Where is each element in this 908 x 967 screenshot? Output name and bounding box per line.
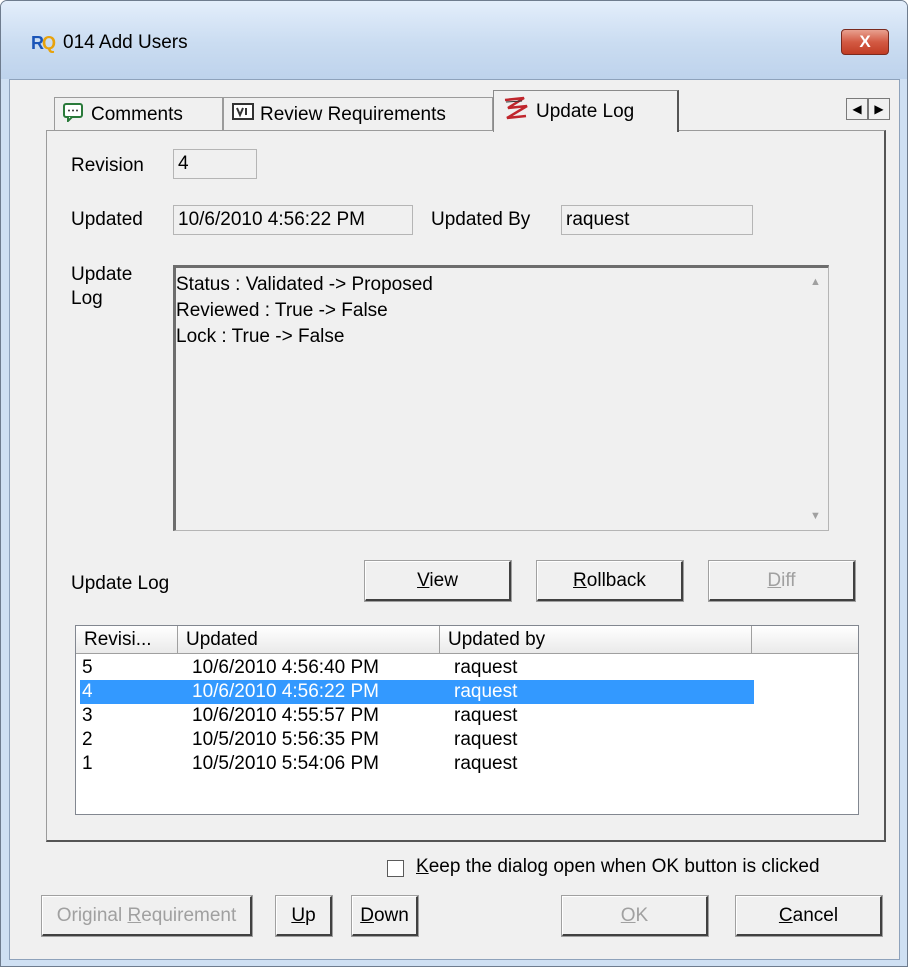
keep-open-checkbox[interactable] [387, 860, 404, 877]
down-rest: own [373, 905, 409, 926]
up-mnemonic: U [291, 905, 306, 926]
cell-revision: 2 [82, 729, 93, 750]
up-button[interactable]: Up [275, 895, 333, 937]
column-header-filler [752, 626, 858, 654]
tab-review-requirements-label: Review Requirements [260, 103, 446, 125]
cancel-mnemonic: C [778, 905, 793, 926]
history-label: Update Log [71, 573, 170, 594]
keep-open-label[interactable]: Keep the dialog open when OK button is c… [416, 856, 820, 878]
update-log-icon [502, 96, 530, 127]
update-log-label-line2: Log [71, 288, 103, 309]
dialog-window: RQ 014 Add Users X Comments Review Requi… [0, 0, 908, 967]
down-mnemonic: D [360, 905, 374, 926]
cell-revision: 4 [82, 681, 93, 702]
keep-open-text: eep the dialog open when OK button is cl… [428, 856, 820, 877]
revision-label: Revision [71, 155, 144, 176]
vertical-scrollbar[interactable]: ▲ ▼ [804, 268, 828, 530]
updated-by-field: raquest [561, 205, 753, 235]
view-button-label: iew [429, 570, 458, 591]
tab-update-log[interactable]: Update Log [493, 90, 679, 132]
rollback-button-mnemonic: R [573, 570, 587, 591]
updated-field: 10/6/2010 4:56:22 PM [173, 205, 413, 235]
cell-updated: 10/6/2010 4:56:40 PM [192, 657, 379, 678]
table-row[interactable]: 3 10/6/2010 4:55:57 PM raquest [80, 704, 754, 728]
table-row[interactable]: 4 10/6/2010 4:56:22 PM raquest [80, 680, 754, 704]
tab-review-requirements[interactable]: Review Requirements [223, 97, 493, 131]
ok-rest: K [635, 905, 649, 926]
ok-button[interactable]: OK [561, 895, 709, 937]
cell-updated-by: raquest [454, 681, 518, 702]
revision-field: 4 [173, 149, 257, 179]
cell-revision: 3 [82, 705, 93, 726]
list-header: Revisi... Updated Updated by [76, 626, 858, 654]
tab-comments-label: Comments [91, 103, 183, 125]
update-log-textarea[interactable]: Status : Validated -> Proposed Reviewed … [173, 265, 829, 531]
updated-label: Updated [71, 209, 143, 230]
update-log-panel: Revision 4 Updated 10/6/2010 4:56:22 PM … [46, 130, 886, 842]
cell-updated-by: raquest [454, 657, 518, 678]
column-header-updated[interactable]: Updated [178, 626, 440, 654]
table-row[interactable]: 1 10/5/2010 5:54:06 PM raquest [80, 752, 754, 776]
original-requirement-button[interactable]: Original Requirement [41, 895, 253, 937]
diff-button-mnemonic: D [767, 570, 782, 591]
cancel-rest: ancel [792, 905, 839, 926]
cell-updated: 10/5/2010 5:56:35 PM [192, 729, 379, 750]
diff-button-label: iff [781, 570, 796, 591]
cell-revision: 5 [82, 657, 93, 678]
tab-update-log-label: Update Log [536, 100, 635, 122]
cell-updated: 10/6/2010 4:56:22 PM [192, 681, 379, 702]
close-button[interactable]: X [841, 29, 889, 55]
revision-history-list[interactable]: Revisi... Updated Updated by 5 10/6/2010 … [75, 625, 859, 815]
title-bar[interactable]: RQ 014 Add Users X [1, 1, 907, 79]
updated-by-label: Updated By [431, 209, 531, 230]
dialog-client-area: Comments Review Requirements Update Log … [9, 79, 900, 960]
original-req-mnemonic: R [127, 905, 142, 926]
cell-updated: 10/5/2010 5:54:06 PM [192, 753, 379, 774]
comment-icon [63, 102, 85, 127]
update-log-lines: Status : Validated -> Proposed Reviewed … [176, 272, 433, 350]
log-line: Status : Validated -> Proposed [176, 274, 433, 295]
cell-updated-by: raquest [454, 753, 518, 774]
view-button-mnemonic: V [417, 570, 430, 591]
tab-scroll-right-button[interactable]: ▶ [868, 98, 890, 120]
update-log-label-line1: Update [71, 264, 133, 285]
window-title: 014 Add Users [63, 32, 188, 53]
cell-revision: 1 [82, 753, 93, 774]
down-button[interactable]: Down [351, 895, 419, 937]
log-line: Lock : True -> False [176, 326, 345, 347]
diff-button[interactable]: Diff [708, 560, 856, 602]
table-row[interactable]: 2 10/5/2010 5:56:35 PM raquest [80, 728, 754, 752]
column-header-revision[interactable]: Revisi... [76, 626, 178, 654]
up-rest: p [305, 905, 316, 926]
rollback-button[interactable]: Rollback [536, 560, 684, 602]
review-icon [232, 103, 254, 126]
cell-updated: 10/6/2010 4:55:57 PM [192, 705, 379, 726]
keep-open-mnemonic: K [416, 856, 429, 877]
column-header-updated-by[interactable]: Updated by [440, 626, 752, 654]
cell-updated-by: raquest [454, 705, 518, 726]
cancel-button[interactable]: Cancel [735, 895, 883, 937]
log-line: Reviewed : True -> False [176, 300, 388, 321]
table-row[interactable]: 5 10/6/2010 4:56:40 PM raquest [80, 656, 754, 680]
ok-mnemonic: O [620, 905, 636, 926]
view-button[interactable]: View [364, 560, 512, 602]
original-req-prefix: Original [56, 905, 128, 926]
scroll-down-icon[interactable]: ▼ [810, 510, 821, 522]
rollback-button-label: ollback [586, 570, 646, 591]
scroll-up-icon[interactable]: ▲ [810, 276, 821, 288]
original-req-rest: equirement [141, 905, 237, 926]
update-log-label: Update Log [71, 263, 132, 311]
app-logo-icon: RQ [31, 33, 56, 53]
tab-comments[interactable]: Comments [54, 97, 223, 131]
cell-updated-by: raquest [454, 729, 518, 750]
tab-scroll-left-button[interactable]: ◀ [846, 98, 868, 120]
